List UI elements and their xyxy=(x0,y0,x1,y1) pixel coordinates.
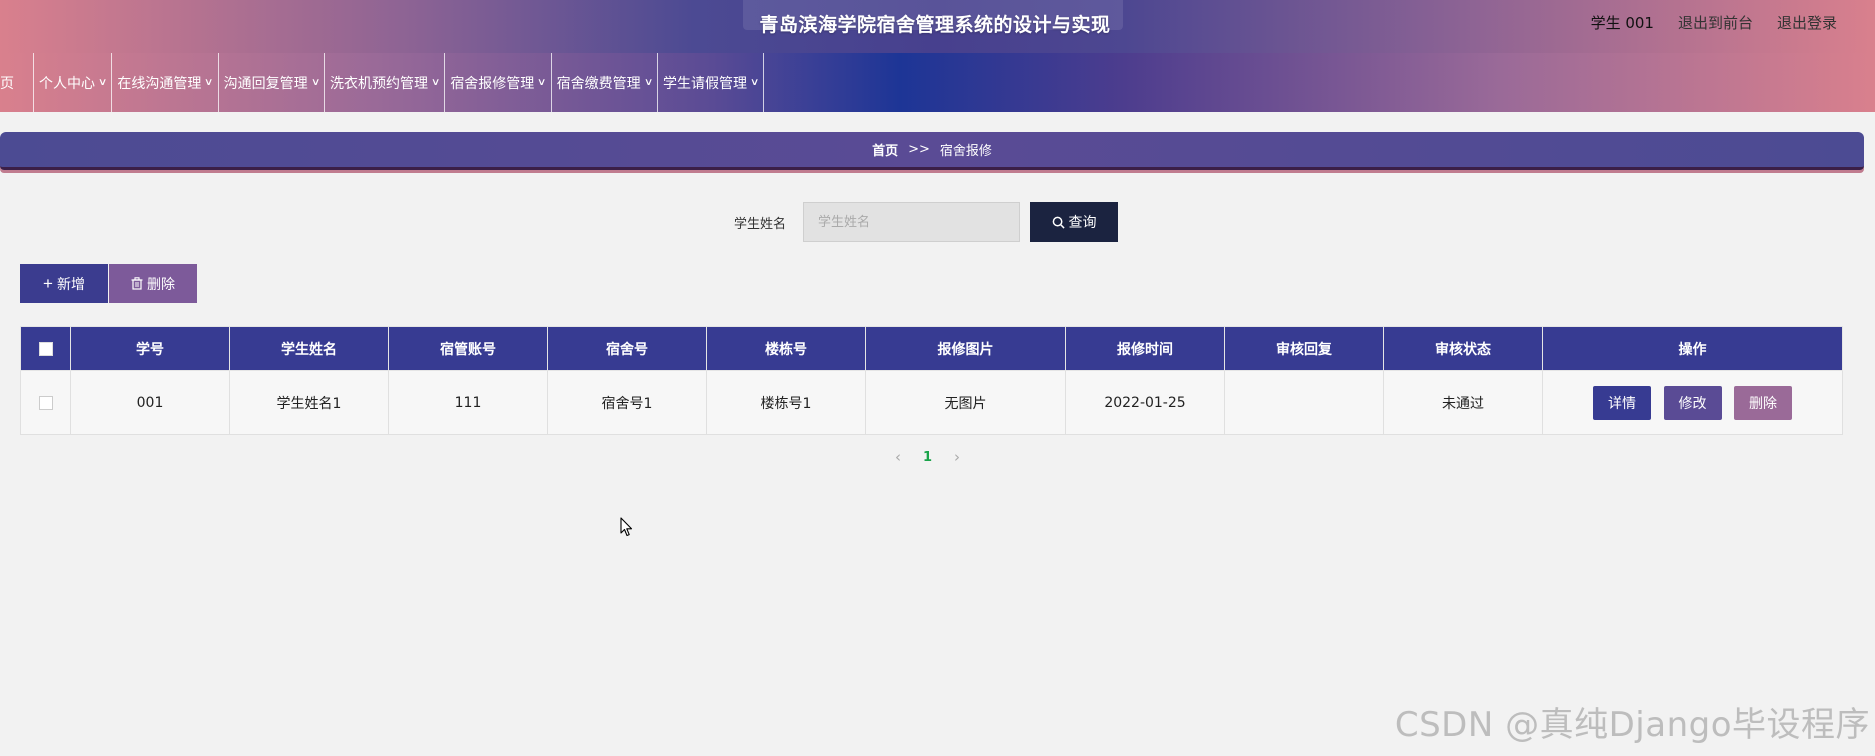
add-button-label: 新增 xyxy=(56,275,85,292)
nav-item-label: 洗衣机预约管理 xyxy=(329,75,428,92)
column-header[interactable]: 楼栋号 xyxy=(706,326,866,371)
operations-cell: 详情 修改 删除 xyxy=(1542,370,1843,435)
main-nav: 页 个人中心 ∨ 在线沟通管理 ∨ 沟通回复管理 ∨ 洗衣机预约管理 ∨ 宿舍报修管理 ∨… xyxy=(0,53,1875,112)
nav-item-label: 沟通回复管理 xyxy=(223,75,308,92)
student-name-cell: 学生姓名1 xyxy=(229,370,389,435)
chevron-down-icon: ∨ xyxy=(643,77,654,88)
chevron-down-icon: ∨ xyxy=(310,77,321,88)
column-header[interactable]: 宿管账号 xyxy=(388,326,548,371)
column-header[interactable]: 审核状态 xyxy=(1383,326,1543,371)
nav-item-label: 页 xyxy=(0,75,14,92)
search-icon xyxy=(1052,216,1065,229)
nav-item-personal-center[interactable]: 个人中心 ∨ xyxy=(34,53,113,112)
nav-item-dorm-repair[interactable]: 宿舍报修管理 ∨ xyxy=(445,53,552,112)
chevron-down-icon: ∨ xyxy=(749,77,760,88)
select-all-header xyxy=(20,326,71,371)
top-header: 青岛滨海学院宿舍管理系统的设计与实现 学生 001 退出到前台 退出登录 xyxy=(0,0,1875,53)
edit-button[interactable]: 修改 xyxy=(1663,385,1722,420)
page-number-current[interactable]: 1 xyxy=(923,450,932,465)
exit-to-frontend-link[interactable]: 退出到前台 xyxy=(1678,12,1753,33)
header-links: 学生 001 退出到前台 退出登录 xyxy=(1591,12,1837,33)
select-all-checkbox[interactable] xyxy=(38,341,53,356)
nav-item-dorm-fees[interactable]: 宿舍缴费管理 ∨ xyxy=(552,53,658,112)
breadcrumb: 首页 >> 宿舍报修 xyxy=(0,132,1864,170)
column-header[interactable]: 报修图片 xyxy=(865,326,1066,371)
trash-icon xyxy=(131,277,143,290)
nav-item-label: 宿舍缴费管理 xyxy=(556,75,641,92)
logout-link[interactable]: 退出登录 xyxy=(1777,12,1837,33)
column-header[interactable]: 学生姓名 xyxy=(229,326,389,371)
nav-item-label: 在线沟通管理 xyxy=(117,75,202,92)
batch-delete-button[interactable]: 删除 xyxy=(109,264,197,303)
breadcrumb-current: 宿舍报修 xyxy=(939,144,992,159)
breadcrumb-separator: >> xyxy=(908,142,930,157)
mouse-pointer-icon xyxy=(620,517,633,537)
column-header[interactable]: 宿舍号 xyxy=(547,326,707,371)
table-header-row: 学号 学生姓名 宿管账号 宿舍号 楼栋号 报修图片 报修时间 审核回复 审核状态… xyxy=(20,326,1843,371)
chevron-down-icon: ∨ xyxy=(97,77,108,88)
repair-table: 学号 学生姓名 宿管账号 宿舍号 楼栋号 报修图片 报修时间 审核回复 审核状态… xyxy=(20,326,1843,435)
chevron-down-icon: ∨ xyxy=(537,77,547,88)
nav-item-washer-booking[interactable]: 洗衣机预约管理 ∨ xyxy=(325,53,446,112)
row-delete-button[interactable]: 删除 xyxy=(1733,385,1792,420)
batch-delete-button-label: 删除 xyxy=(147,275,175,292)
site-title: 青岛滨海学院宿舍管理系统的设计与实现 xyxy=(759,14,1111,36)
next-page-icon[interactable]: › xyxy=(954,448,960,466)
row-select-cell xyxy=(20,370,71,435)
dorm-admin-account-cell: 111 xyxy=(388,370,548,435)
nav-item-label: 个人中心 xyxy=(39,75,95,92)
review-status-cell: 未通过 xyxy=(1383,370,1543,435)
add-button[interactable]: + 新增 xyxy=(20,264,108,303)
row-checkbox[interactable] xyxy=(38,395,53,410)
column-header: 操作 xyxy=(1542,326,1843,371)
repair-time-cell: 2022-01-25 xyxy=(1065,370,1225,435)
table-row: 001 学生姓名1 111 宿舍号1 楼栋号1 无图片 2022-01-25 未… xyxy=(20,370,1843,435)
student-name-search-input[interactable] xyxy=(803,202,1020,242)
column-header[interactable]: 报修时间 xyxy=(1065,326,1225,371)
nav-item-chat-reply[interactable]: 沟通回复管理 ∨ xyxy=(219,53,325,112)
nav-item-student-leave[interactable]: 学生请假管理 ∨ xyxy=(658,53,765,112)
nav-item-home[interactable]: 页 xyxy=(0,53,34,112)
nav-item-online-chat[interactable]: 在线沟通管理 ∨ xyxy=(112,53,219,112)
current-user: 学生 001 xyxy=(1590,14,1654,32)
nav-item-label: 宿舍报修管理 xyxy=(450,75,535,92)
column-header[interactable]: 学号 xyxy=(70,326,230,371)
review-reply-cell xyxy=(1224,370,1384,435)
csdn-watermark: CSDN @真纯Django毕设程序 xyxy=(1394,705,1870,745)
plus-icon: + xyxy=(43,274,53,293)
chevron-down-icon: ∨ xyxy=(204,77,214,88)
search-button[interactable]: 查询 xyxy=(1030,202,1118,242)
nav-item-label: 学生请假管理 xyxy=(662,75,747,92)
repair-image-cell: 无图片 xyxy=(865,370,1066,435)
chevron-down-icon: ∨ xyxy=(430,77,441,88)
pagination: ‹ 1 › xyxy=(895,448,960,466)
prev-page-icon[interactable]: ‹ xyxy=(895,448,901,466)
search-label: 学生姓名 xyxy=(734,217,787,232)
student-id-cell: 001 xyxy=(70,370,230,435)
dorm-number-cell: 宿舍号1 xyxy=(547,370,707,435)
building-number-cell: 楼栋号1 xyxy=(706,370,866,435)
search-button-label: 查询 xyxy=(1068,214,1097,230)
detail-button[interactable]: 详情 xyxy=(1593,385,1652,420)
breadcrumb-home[interactable]: 首页 xyxy=(872,140,898,159)
column-header[interactable]: 审核回复 xyxy=(1224,326,1384,371)
